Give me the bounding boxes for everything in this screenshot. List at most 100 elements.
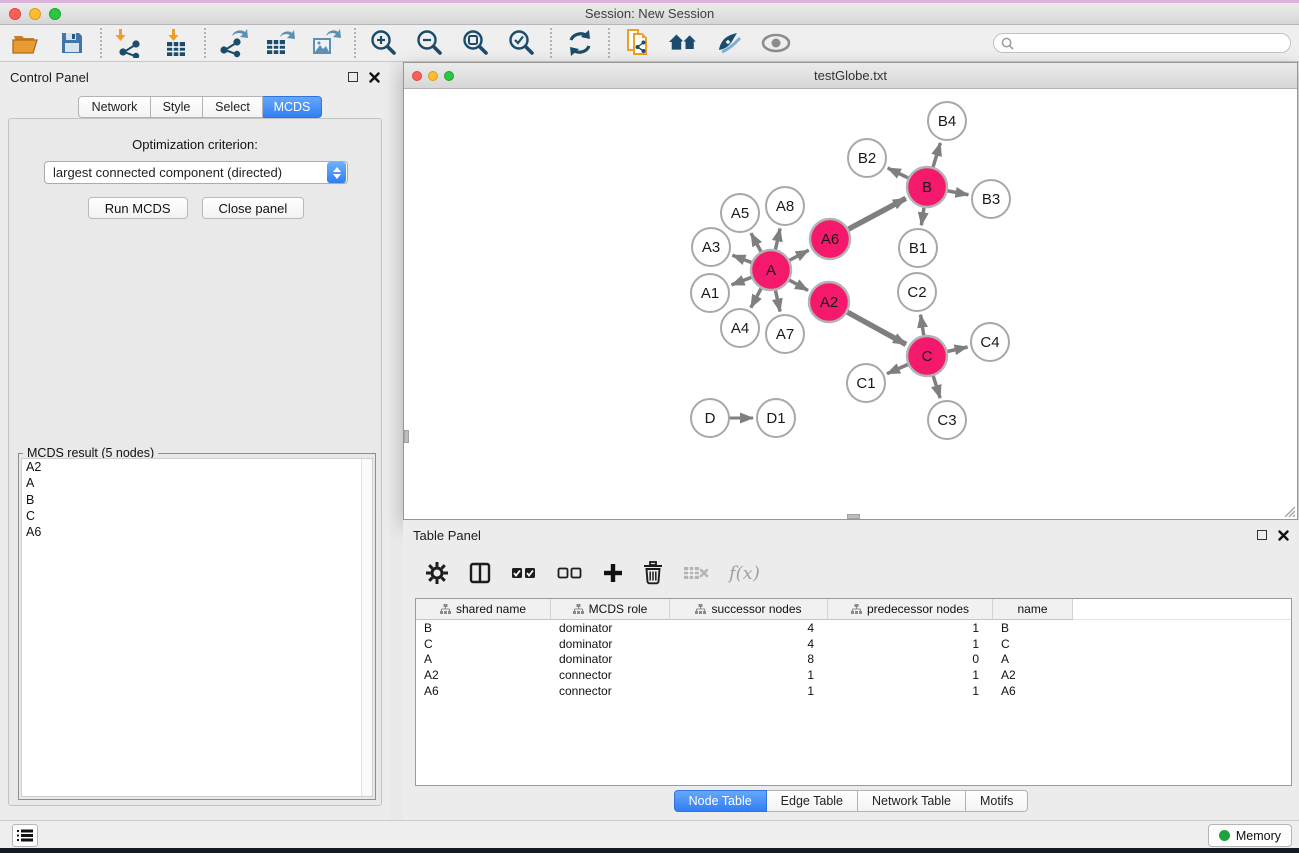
graph-node-B[interactable]: B <box>907 167 947 207</box>
network-canvas[interactable]: B4B2BB3A8A5A6A3B1AA1C2A2A4A7C4CC1C3DD1 <box>404 89 1297 519</box>
table-cell[interactable]: B <box>993 621 1073 635</box>
export-image-icon[interactable] <box>310 28 342 58</box>
table-cell[interactable]: B <box>416 621 551 635</box>
table-cell[interactable]: C <box>416 637 551 651</box>
column-header-predecessor-nodes[interactable]: predecessor nodes <box>828 599 993 620</box>
zoom-in-icon[interactable] <box>368 28 400 58</box>
tab-motifs[interactable]: Motifs <box>966 790 1028 812</box>
graph-node-C1[interactable]: C1 <box>847 364 885 402</box>
add-row-icon[interactable] <box>603 563 623 583</box>
table-cell[interactable]: A <box>993 652 1073 666</box>
graph-node-A5[interactable]: A5 <box>721 194 759 232</box>
column-header-name[interactable]: name <box>993 599 1073 620</box>
graph-node-A6[interactable]: A6 <box>810 219 850 259</box>
select-all-icon[interactable] <box>511 566 537 580</box>
table-cell[interactable]: connector <box>551 684 670 698</box>
tab-style[interactable]: Style <box>151 96 203 118</box>
graph-node-A7[interactable]: A7 <box>766 315 804 353</box>
table-cell[interactable]: 1 <box>828 621 993 635</box>
mcds-result-item[interactable]: A6 <box>22 524 372 540</box>
zoom-fit-icon[interactable] <box>460 28 492 58</box>
criterion-dropdown[interactable]: largest connected component (directed) <box>44 161 348 184</box>
export-network-icon[interactable] <box>218 28 250 58</box>
export-table-icon[interactable] <box>264 28 296 58</box>
mcds-result-item[interactable]: A <box>22 475 372 491</box>
zoom-out-icon[interactable] <box>414 28 446 58</box>
refresh-icon[interactable] <box>564 28 596 58</box>
column-header-MCDS-role[interactable]: MCDS role <box>551 599 670 620</box>
resize-grip-icon[interactable] <box>1282 504 1295 517</box>
table-cell[interactable]: 4 <box>670 621 828 635</box>
vertical-scroll-nub[interactable] <box>404 430 409 443</box>
tab-mcds[interactable]: MCDS <box>263 96 322 118</box>
table-cell[interactable]: dominator <box>551 637 670 651</box>
graph-node-A2[interactable]: A2 <box>809 282 849 322</box>
mcds-result-item[interactable]: A2 <box>22 459 372 475</box>
table-row[interactable]: Cdominator41C <box>416 636 1291 652</box>
graph-node-B1[interactable]: B1 <box>899 229 937 267</box>
column-header-shared-name[interactable]: shared name <box>416 599 551 620</box>
graph-node-C3[interactable]: C3 <box>928 401 966 439</box>
network-graph[interactable]: B4B2BB3A8A5A6A3B1AA1C2A2A4A7C4CC1C3DD1 <box>404 89 1297 519</box>
mcds-result-item[interactable]: C <box>22 508 372 524</box>
graph-node-D[interactable]: D <box>691 399 729 437</box>
graph-node-A8[interactable]: A8 <box>766 187 804 225</box>
home-layout-icon[interactable] <box>668 28 700 58</box>
network-window-titlebar[interactable]: testGlobe.txt <box>404 63 1297 89</box>
delete-row-icon[interactable] <box>643 561 663 585</box>
horizontal-scroll-nub[interactable] <box>847 514 860 519</box>
table-row[interactable]: Bdominator41B <box>416 620 1291 636</box>
table-cell[interactable]: 1 <box>670 668 828 682</box>
table-cell[interactable]: dominator <box>551 621 670 635</box>
table-cell[interactable]: 1 <box>670 684 828 698</box>
table-cell[interactable]: dominator <box>551 652 670 666</box>
import-network-icon[interactable] <box>114 28 146 58</box>
close-panel-button[interactable]: Close panel <box>202 197 305 219</box>
table-cell[interactable]: connector <box>551 668 670 682</box>
graph-node-B2[interactable]: B2 <box>848 139 886 177</box>
graph-node-B4[interactable]: B4 <box>928 102 966 140</box>
graph-node-D1[interactable]: D1 <box>757 399 795 437</box>
graph-node-A3[interactable]: A3 <box>692 228 730 266</box>
table-cell[interactable]: C <box>993 637 1073 651</box>
table-cell[interactable]: 1 <box>828 637 993 651</box>
memory-button[interactable]: Memory <box>1208 824 1292 847</box>
column-header-successor-nodes[interactable]: successor nodes <box>670 599 828 620</box>
graph-node-C2[interactable]: C2 <box>898 273 936 311</box>
table-row[interactable]: A2connector11A2 <box>416 667 1291 683</box>
table-row[interactable]: Adominator80A <box>416 652 1291 668</box>
search-input[interactable] <box>1018 35 1290 51</box>
open-file-icon[interactable] <box>10 28 42 58</box>
graph-node-C[interactable]: C <box>907 336 947 376</box>
run-mcds-button[interactable]: Run MCDS <box>88 197 188 219</box>
close-panel-icon[interactable] <box>369 72 380 83</box>
search-box[interactable] <box>993 33 1291 53</box>
table-cell[interactable]: 1 <box>828 684 993 698</box>
tab-select[interactable]: Select <box>203 96 263 118</box>
graph-node-B3[interactable]: B3 <box>972 180 1010 218</box>
close-table-panel-icon[interactable] <box>1278 530 1289 541</box>
tab-edge-table[interactable]: Edge Table <box>767 790 858 812</box>
table-cell[interactable]: 1 <box>828 668 993 682</box>
deselect-all-icon[interactable] <box>557 566 583 580</box>
tab-network[interactable]: Network <box>78 96 151 118</box>
table-row[interactable]: A6connector11A6 <box>416 683 1291 699</box>
graph-node-A[interactable]: A <box>751 250 791 290</box>
graphics-details-icon[interactable] <box>714 28 746 58</box>
show-hide-eye-icon[interactable] <box>760 28 792 58</box>
task-history-button[interactable] <box>12 824 38 847</box>
graph-node-C4[interactable]: C4 <box>971 323 1009 361</box>
show-columns-icon[interactable] <box>469 562 491 584</box>
mcds-result-item[interactable]: B <box>22 492 372 508</box>
import-table-icon[interactable] <box>160 28 192 58</box>
table-cell[interactable]: 8 <box>670 652 828 666</box>
table-cell[interactable]: A6 <box>416 684 551 698</box>
table-cell[interactable]: A6 <box>993 684 1073 698</box>
node-table[interactable]: shared nameMCDS rolesuccessor nodesprede… <box>415 598 1292 786</box>
table-cell[interactable]: A2 <box>993 668 1073 682</box>
table-cell[interactable]: 0 <box>828 652 993 666</box>
settings-gear-icon[interactable] <box>425 561 449 585</box>
graph-node-A1[interactable]: A1 <box>691 274 729 312</box>
clone-network-icon[interactable] <box>622 28 654 58</box>
tab-node-table[interactable]: Node Table <box>674 790 767 812</box>
